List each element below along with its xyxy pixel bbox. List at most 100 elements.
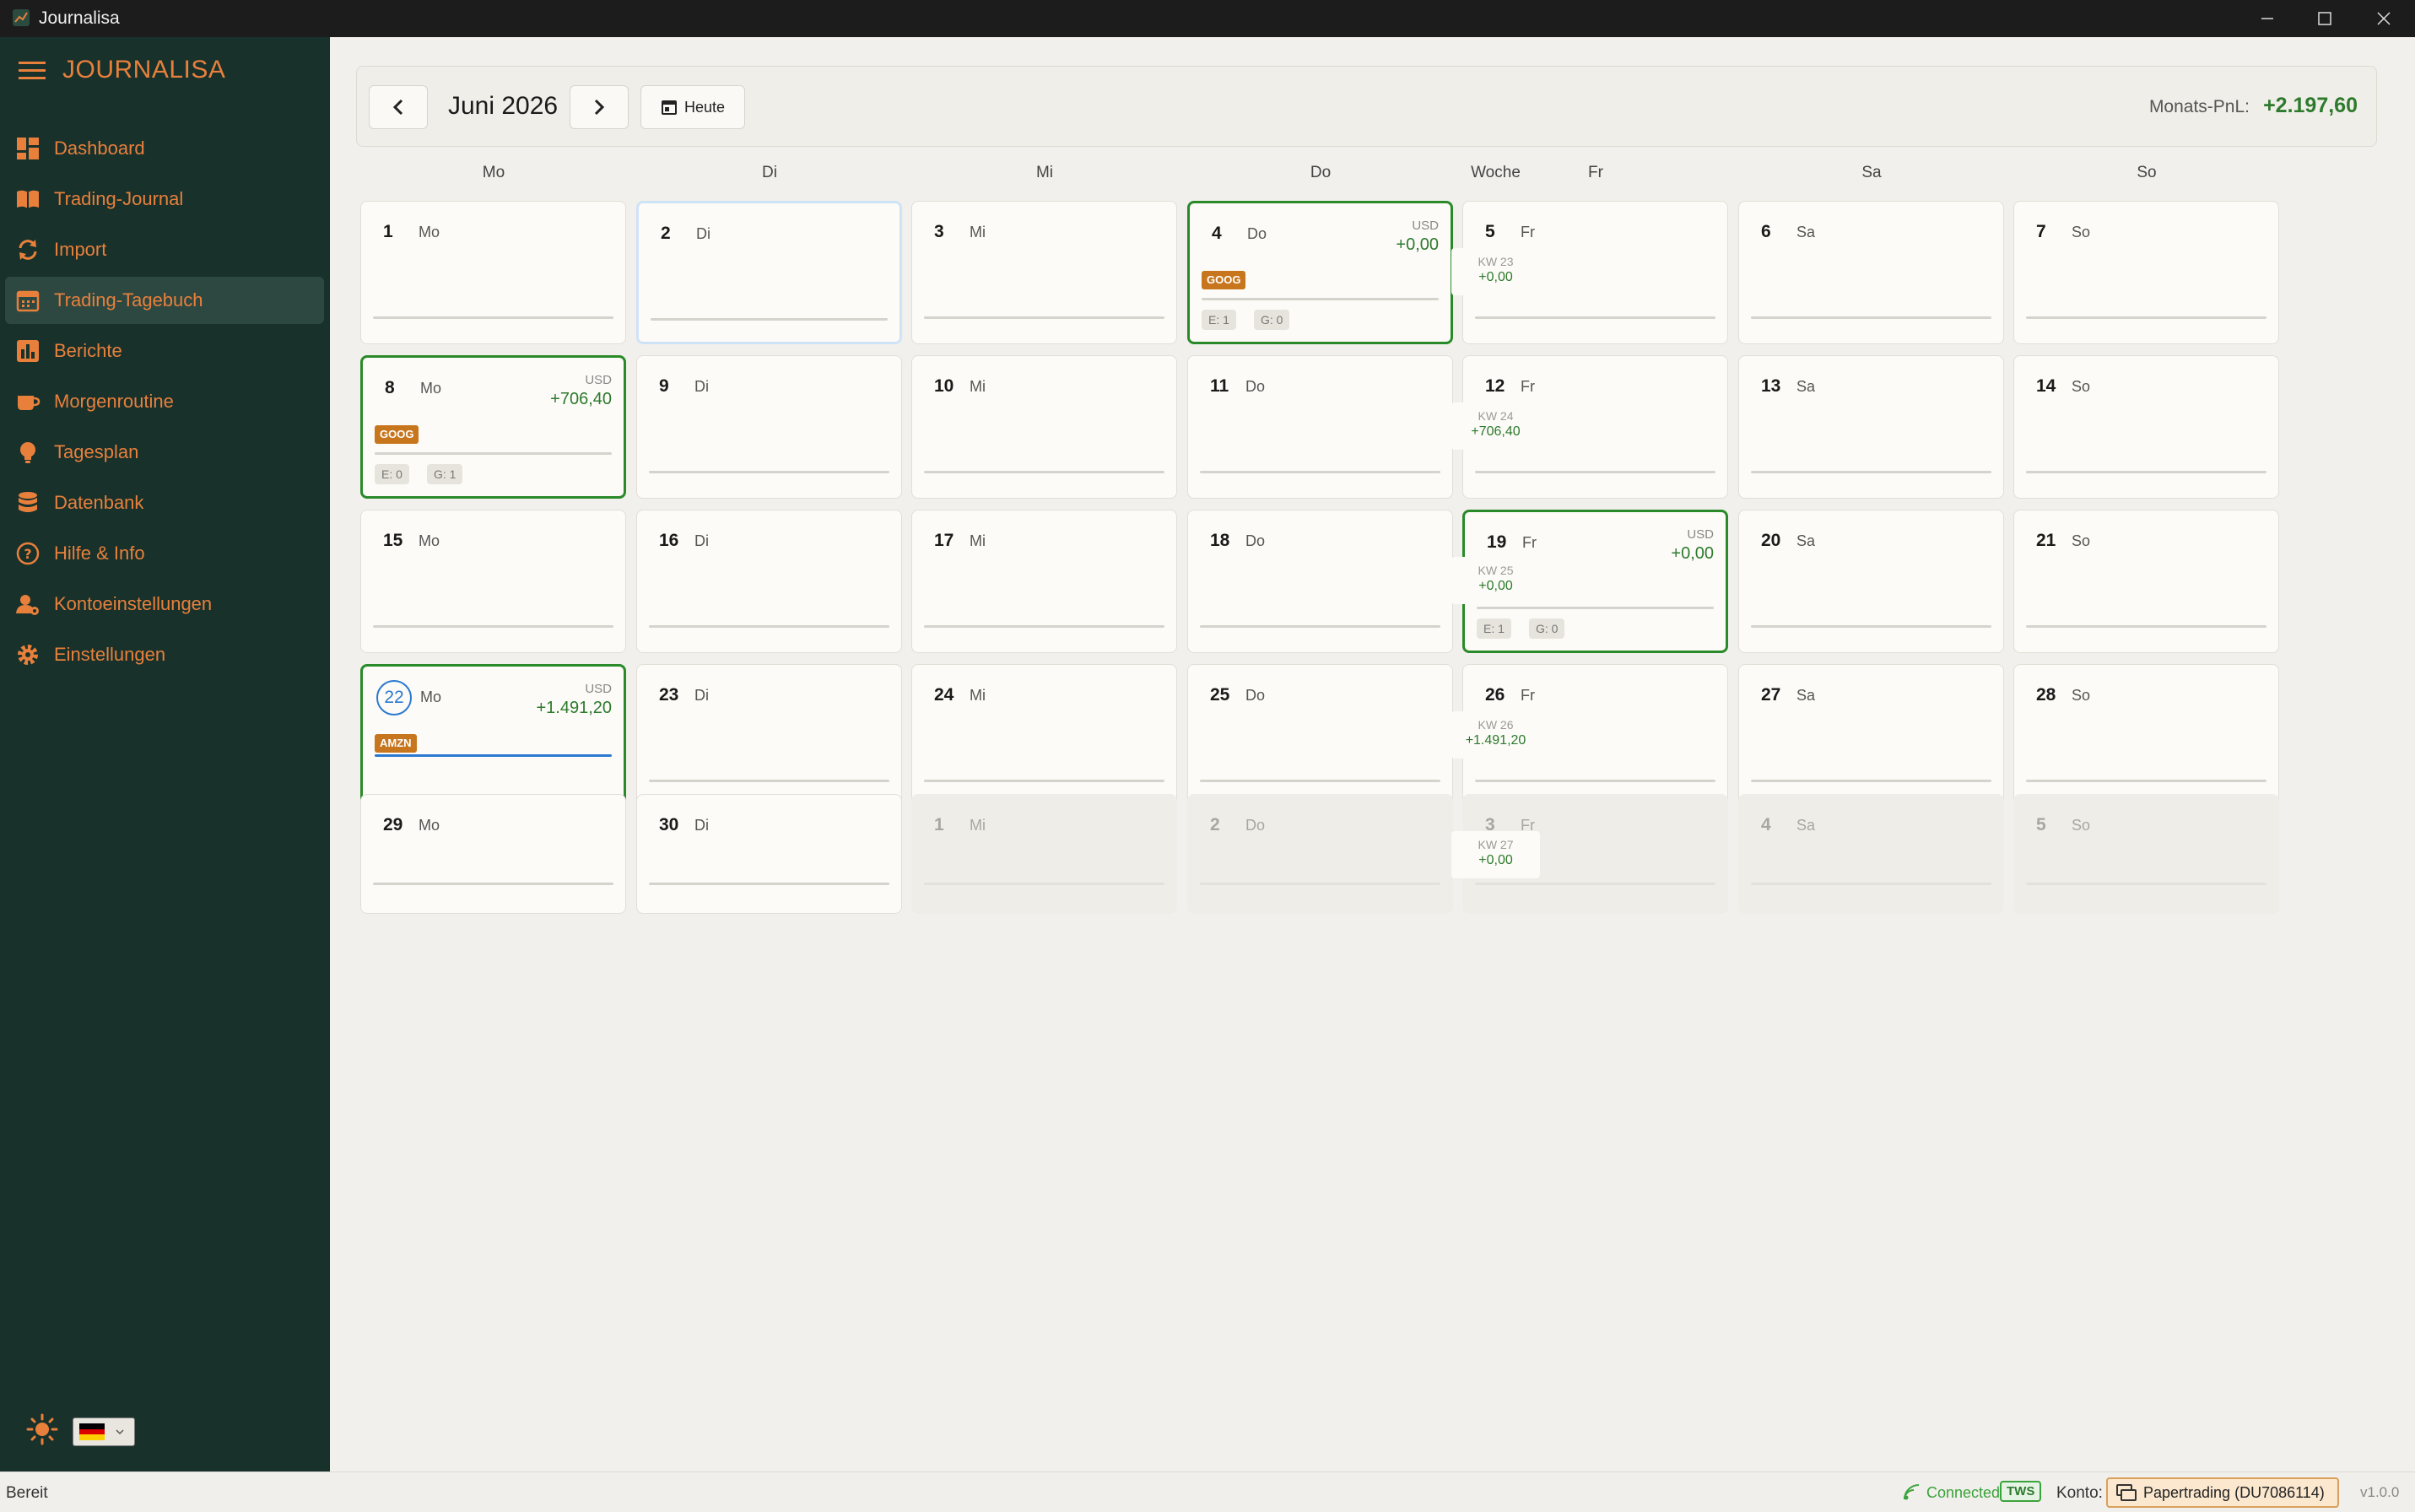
currency-label: USD — [1412, 219, 1439, 233]
language-select[interactable] — [73, 1418, 135, 1446]
monthly-pnl-value: +2.197,60 — [2263, 94, 2358, 117]
sidebar-item-trading-tagebuch[interactable]: Trading-Tagebuch — [5, 277, 324, 324]
day-cell[interactable]: 27 Sa — [1738, 664, 2004, 807]
sidebar-item-label: Kontoeinstellungen — [54, 593, 213, 614]
day-cell[interactable]: 2 Di — [636, 201, 902, 344]
sidebar-item-morgenroutine[interactable]: Morgenroutine — [5, 378, 324, 425]
day-number: 15 — [383, 531, 403, 550]
day-cell[interactable]: 15 Mo — [360, 510, 626, 653]
day-cell[interactable]: 13 Sa — [1738, 355, 2004, 499]
sidebar-item-import[interactable]: Import — [5, 226, 324, 273]
day-number: 18 — [1210, 531, 1230, 550]
week-summary: KW 26 +1.491,20 — [1451, 711, 1540, 759]
day-divider — [373, 883, 613, 885]
day-cell[interactable]: 1 Mi — [911, 794, 1177, 914]
day-number: 5 — [2036, 815, 2046, 834]
account-switch-icon — [2116, 1483, 2137, 1502]
day-name: Fr — [1521, 224, 1535, 240]
theme-toggle-sun-icon[interactable] — [25, 1412, 59, 1446]
day-cell[interactable]: 30 Di — [636, 794, 902, 914]
title-bar: Journalisa — [0, 0, 2415, 37]
day-number: 25 — [1210, 685, 1230, 705]
prev-month-button[interactable] — [369, 85, 428, 129]
day-name: Do — [1245, 378, 1266, 395]
day-name: Mo — [419, 224, 440, 240]
tws-badge: TWS — [2000, 1481, 2042, 1502]
day-cell[interactable]: 25 Do — [1187, 664, 1453, 807]
day-cell[interactable]: 28 So — [2013, 664, 2279, 807]
day-cell[interactable]: 16 Di — [636, 510, 902, 653]
gear-icon — [14, 640, 42, 669]
next-month-button[interactable] — [570, 85, 629, 129]
sidebar-item-dashboard[interactable]: Dashboard — [5, 125, 324, 172]
day-number: 3 — [934, 222, 944, 241]
minimize-button[interactable] — [2236, 0, 2299, 37]
calendar-toolbar: Juni 2026 Heute Monats-PnL: +2.197,60 — [356, 66, 2377, 147]
week-number: KW 23 — [1478, 255, 1514, 268]
sidebar-item-label: Hilfe & Info — [54, 543, 145, 564]
day-cell[interactable]: 5 So — [2013, 794, 2279, 914]
calendar-view: Juni 2026 Heute Monats-PnL: +2.197,60 Mo… — [330, 37, 2415, 1472]
day-pnl: +1.491,20 — [536, 699, 612, 717]
day-cell[interactable]: 29 Mo — [360, 794, 626, 914]
sidebar-header: JOURNALISA — [19, 56, 225, 84]
hamburger-menu-icon[interactable] — [19, 59, 46, 81]
account-selector-button[interactable]: Papertrading (DU7086114) — [2106, 1477, 2339, 1508]
day-cell[interactable]: 4 Do USD +0,00 GOOG E: 1 G: 0 — [1187, 201, 1453, 344]
maximize-button[interactable] — [2293, 0, 2356, 37]
day-cell[interactable]: 1 Mo — [360, 201, 626, 344]
sidebar-item-trading-journal[interactable]: Trading-Journal — [5, 176, 324, 223]
day-cell[interactable]: 10 Mi — [911, 355, 1177, 499]
day-cell[interactable]: 4 Sa — [1738, 794, 2004, 914]
day-cell[interactable]: 7 So — [2013, 201, 2279, 344]
day-number: 4 — [1761, 815, 1771, 834]
day-cell[interactable]: 3 Mi — [911, 201, 1177, 344]
today-button[interactable]: Heute — [640, 85, 745, 129]
gains-badge: G: 0 — [1529, 618, 1565, 639]
book-icon — [14, 185, 42, 213]
day-number: 11 — [1210, 376, 1229, 396]
day-cell[interactable]: 24 Mi — [911, 664, 1177, 807]
day-divider — [1751, 883, 1991, 885]
week-summary: KW 25 +0,00 — [1451, 557, 1540, 604]
day-pnl: +0,00 — [1396, 235, 1439, 254]
day-number: 7 — [2036, 222, 2046, 241]
day-divider — [649, 471, 889, 473]
bar-chart-icon — [14, 337, 42, 365]
close-window-button[interactable] — [2353, 0, 2415, 37]
day-name: Mi — [970, 817, 986, 834]
week-summary: KW 24 +706,40 — [1451, 402, 1540, 450]
sidebar-item-kontoeinstellungen[interactable]: Kontoeinstellungen — [5, 580, 324, 628]
day-cell[interactable]: 20 Sa — [1738, 510, 2004, 653]
day-cell[interactable]: 8 Mo USD +706,40 GOOG E: 0 G: 1 — [360, 355, 626, 499]
sidebar-item-datenbank[interactable]: Datenbank — [5, 479, 324, 526]
today-day-number: 22 — [376, 680, 412, 716]
week-number: KW 27 — [1478, 838, 1514, 851]
day-cell[interactable]: 23 Di — [636, 664, 902, 807]
day-cell[interactable]: 21 So — [2013, 510, 2279, 653]
day-name: So — [2072, 687, 2091, 704]
day-number: 16 — [659, 531, 679, 550]
week-number: KW 26 — [1478, 718, 1514, 732]
day-divider — [1200, 883, 1440, 885]
day-cell[interactable]: 11 Do — [1187, 355, 1453, 499]
status-bar: Bereit Connected TWS Konto: Papertrading… — [0, 1472, 2415, 1512]
day-divider — [651, 318, 888, 321]
day-number: 1 — [383, 222, 393, 241]
day-cell[interactable]: 17 Mi — [911, 510, 1177, 653]
day-divider — [1475, 316, 1715, 319]
day-cell[interactable]: 6 Sa — [1738, 201, 2004, 344]
day-cell[interactable]: 14 So — [2013, 355, 2279, 499]
sidebar-item-einstellungen[interactable]: Einstellungen — [5, 631, 324, 678]
sidebar-item-hilfe[interactable]: ? Hilfe & Info — [5, 530, 324, 577]
calendar-icon — [14, 286, 42, 315]
sidebar-item-tagesplan[interactable]: Tagesplan — [5, 429, 324, 476]
day-cell[interactable]: 9 Di — [636, 355, 902, 499]
day-divider — [1200, 625, 1440, 628]
day-cell[interactable]: 2 Do — [1187, 794, 1453, 914]
day-cell[interactable]: 18 Do — [1187, 510, 1453, 653]
day-name: Do — [1247, 225, 1267, 242]
sidebar-item-berichte[interactable]: Berichte — [5, 327, 324, 375]
day-pnl: +706,40 — [550, 390, 612, 408]
day-cell[interactable]: 22 Mo USD +1.491,20 AMZN — [360, 664, 626, 807]
